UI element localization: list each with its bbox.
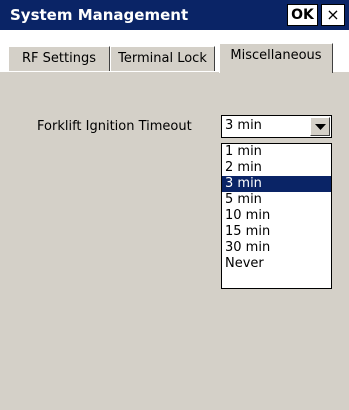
dropdown-option[interactable]: 30 min <box>222 240 331 256</box>
combobox-dropdown-button[interactable] <box>310 117 330 136</box>
chevron-down-icon <box>315 124 326 130</box>
tab-rf-settings-label: RF Settings <box>22 51 96 66</box>
tab-terminal-lock[interactable]: Terminal Lock <box>110 46 215 72</box>
dropdown-option[interactable]: 3 min <box>222 176 331 192</box>
tab-miscellaneous[interactable]: Miscellaneous <box>219 43 333 73</box>
ignition-timeout-label: Forklift Ignition Timeout <box>37 119 192 134</box>
tab-terminal-lock-label: Terminal Lock <box>118 51 207 66</box>
dropdown-option[interactable]: 5 min <box>222 192 331 208</box>
close-button[interactable]: × <box>321 4 345 26</box>
dropdown-option[interactable]: 2 min <box>222 160 331 176</box>
timeout-dropdown-list: 1 min 2 min 3 min 5 min 10 min 15 min 30 min Ne… <box>221 143 332 289</box>
ok-button[interactable]: OK <box>287 4 318 26</box>
dropdown-option[interactable]: 10 min <box>222 208 331 224</box>
dropdown-option[interactable]: 15 min <box>222 224 331 240</box>
close-icon: × <box>326 5 340 24</box>
timeout-options: 1 min 2 min 3 min 5 min 10 min 15 min 30 min Ne… <box>222 144 331 272</box>
tab-miscellaneous-label: Miscellaneous <box>230 48 322 63</box>
title-bar: System Management OK × <box>0 0 349 30</box>
combobox-selected-value: 3 min <box>225 118 262 133</box>
dropdown-option[interactable]: 1 min <box>222 144 331 160</box>
ignition-timeout-combobox[interactable]: 3 min <box>221 115 332 138</box>
dropdown-option[interactable]: Never <box>222 256 331 272</box>
window-title: System Management <box>10 6 189 24</box>
tab-rf-settings[interactable]: RF Settings <box>8 46 110 72</box>
